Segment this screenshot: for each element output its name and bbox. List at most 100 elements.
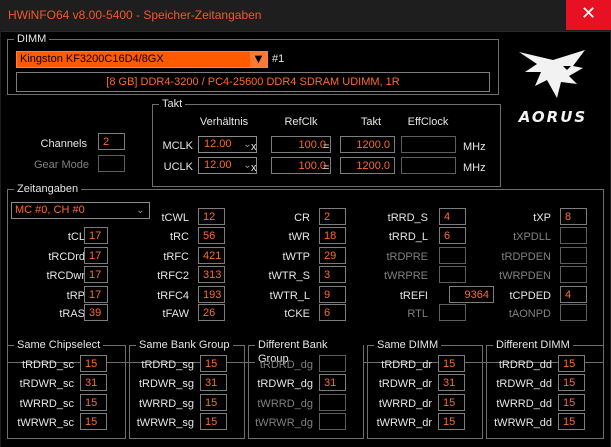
timing-value-tcke: 6 <box>319 304 346 321</box>
timing-value-twrpden <box>560 266 587 283</box>
uclk-refclk: 100.0 <box>271 157 331 174</box>
dimm-group: DIMM Kingston KF3200C16D4/8GX ▼ #1 [8 GB… <box>7 32 499 95</box>
close-icon[interactable]: ✕ <box>566 0 611 30</box>
timing-value-tcpded: 4 <box>560 286 587 303</box>
timing-label-trp: tRP <box>66 290 85 302</box>
gear-mode-label: Gear Mode <box>33 159 89 171</box>
timing-value-twtr_l: 9 <box>319 286 346 303</box>
turnaround-label-twrwr_dd: tWRWR_dd <box>494 417 552 429</box>
timing-value-trcdwr: 17 <box>84 266 108 283</box>
mclk-equals: = <box>323 141 330 153</box>
channels-label: Channels <box>40 138 87 150</box>
mclk-refclk: 100.0 <box>271 136 331 153</box>
timing-label-txpdll: tXPDLL <box>513 231 551 243</box>
timing-label-trcdwr: tRCDwr <box>46 270 86 282</box>
turnaround-label-trdrd_sg: tRDRD_sg <box>141 359 194 371</box>
timing-label-trefi: tREFI <box>399 290 428 302</box>
timing-label-trc: tRC <box>170 231 189 243</box>
zeitangaben-group-label: Zeitangaben <box>14 182 82 196</box>
timing-label-trfc4: tRFC4 <box>157 290 189 302</box>
turnaround-value-twrwr_dd: 15 <box>558 413 585 430</box>
uclk-ratio-select[interactable]: 12.00 ⌄ <box>198 157 257 174</box>
timing-value-twrpre <box>439 266 466 283</box>
mclk-unit: MHz <box>463 141 486 153</box>
turnaround-group-label: Different DIMM <box>493 338 573 352</box>
turnaround-value-trdrd_dg <box>319 355 346 372</box>
uclk-effclock <box>401 157 456 174</box>
timing-value-trdpden <box>560 247 587 264</box>
turnaround-label-trdrd_sc: tRDRD_sc <box>22 359 74 371</box>
turnaround-value-twrrd_sg: 15 <box>200 394 227 411</box>
mclk-takt: 1200.0 <box>340 136 395 153</box>
turnaround-value-trdwr_dg: 31 <box>319 374 346 391</box>
timing-value-trcdrd: 17 <box>84 247 108 264</box>
timing-label-trdpre: tRDPRE <box>386 251 428 263</box>
timing-label-trdpden: tRDPDEN <box>501 251 551 263</box>
timing-label-tras: tRAS <box>59 308 85 320</box>
turnaround-label-trdrd_dr: tRDRD_dr <box>381 359 432 371</box>
timing-label-trrd_s: tRRD_S <box>387 212 428 224</box>
turnaround-value-trdwr_sg: 31 <box>200 374 227 391</box>
turnaround-value-twrwr_dr: 15 <box>438 413 465 430</box>
timing-value-tras: 39 <box>84 304 108 321</box>
turnaround-label-trdwr_dd: tRDWR_dd <box>496 378 552 390</box>
timing-label-taonpd: tAONPD <box>508 308 551 320</box>
refclk-header: RefClk <box>284 116 318 128</box>
mclk-ratio-select[interactable]: 12.00 ⌄ <box>198 136 257 153</box>
turnaround-value-twrrd_dg <box>319 394 346 411</box>
turnaround-label-trdwr_dr: tRDWR_dr <box>378 378 432 390</box>
turnaround-label-trdwr_sg: tRDWR_sg <box>138 378 194 390</box>
channels-value: 2 <box>98 133 125 150</box>
turnaround-value-twrrd_dr: 15 <box>438 394 465 411</box>
takt-header: Takt <box>360 116 382 128</box>
turnaround-label-trdwr_dg: tRDWR_dg <box>257 378 313 390</box>
timing-label-trfc2: tRFC2 <box>157 270 189 282</box>
timing-label-cr: CR <box>294 212 310 224</box>
turnaround-label-twrrd_dd: tWRRD_dd <box>496 398 552 410</box>
dimm-summary: [8 GB] DDR4-3200 / PC4-25600 DDR4 SDRAM … <box>16 72 490 92</box>
timing-value-twtp: 29 <box>319 247 346 264</box>
timing-label-rtl: RTL <box>407 308 428 320</box>
turnaround-value-trdrd_dr: 15 <box>438 355 465 372</box>
effclock-header: EffClock <box>407 116 449 128</box>
ratio-header: Verhältnis <box>199 116 249 128</box>
window-title: HWiNFO64 v8.00-5400 - Speicher-Zeitangab… <box>8 8 262 22</box>
turnaround-value-trdwr_dd: 15 <box>558 374 585 391</box>
timing-label-twtr_l: tWTR_L <box>269 290 310 302</box>
turnaround-label-twrwr_sg: tWRWR_sg <box>136 417 194 429</box>
timing-value-rtl <box>439 304 466 321</box>
timing-value-trfc: 421 <box>198 247 225 264</box>
title-bar: HWiNFO64 v8.00-5400 - Speicher-Zeitangab… <box>0 0 611 30</box>
turnaround-label-twrrd_sc: tWRRD_sc <box>19 398 74 410</box>
turnaround-value-trdwr_dr: 31 <box>438 374 465 391</box>
timing-value-cr: 2 <box>319 208 346 225</box>
timing-label-twtr_s: tWTR_S <box>268 270 310 282</box>
timing-value-trrd_l: 6 <box>439 227 466 244</box>
main-window: DIMM Kingston KF3200C16D4/8GX ▼ #1 [8 GB… <box>1 31 610 447</box>
turnaround-label-trdwr_sc: tRDWR_sc <box>19 378 74 390</box>
uclk-unit: MHz <box>463 162 486 174</box>
mclk-ratio-value: 12.00 <box>204 138 232 150</box>
timing-label-trfc: tRFC <box>163 251 189 263</box>
timing-label-twrpre: tWRPRE <box>384 270 428 282</box>
timing-label-trcdrd: tRCDrd <box>48 251 85 263</box>
timing-label-tfaw: tFAW <box>162 308 189 320</box>
timing-label-tcwl: tCWL <box>161 212 190 224</box>
turnaround-group-label: Same Chipselect <box>14 338 104 352</box>
timing-label-twr: tWR <box>288 231 310 243</box>
uclk-equals: = <box>323 162 330 174</box>
timing-value-tcwl: 12 <box>198 208 225 225</box>
turnaround-value-twrwr_sg: 15 <box>200 413 227 430</box>
gear-mode-value <box>98 155 125 172</box>
timing-label-twtp: tWTP <box>282 251 311 263</box>
timing-value-twr: 18 <box>319 227 346 244</box>
turnaround-value-twrwr_sc: 15 <box>80 413 107 430</box>
dimm-group-label: DIMM <box>14 32 50 46</box>
eagle-icon <box>519 50 585 98</box>
dimm-module-select[interactable]: Kingston KF3200C16D4/8GX ▼ <box>16 51 268 68</box>
turnaround-label-trdrd_dd: tRDRD_dd <box>498 359 552 371</box>
turnaround-value-trdwr_sc: 31 <box>80 374 107 391</box>
timing-label-tcpded: tCPDED <box>509 290 551 302</box>
mclk-effclock <box>401 136 456 153</box>
timing-label-trrd_l: tRRD_L <box>388 231 428 243</box>
